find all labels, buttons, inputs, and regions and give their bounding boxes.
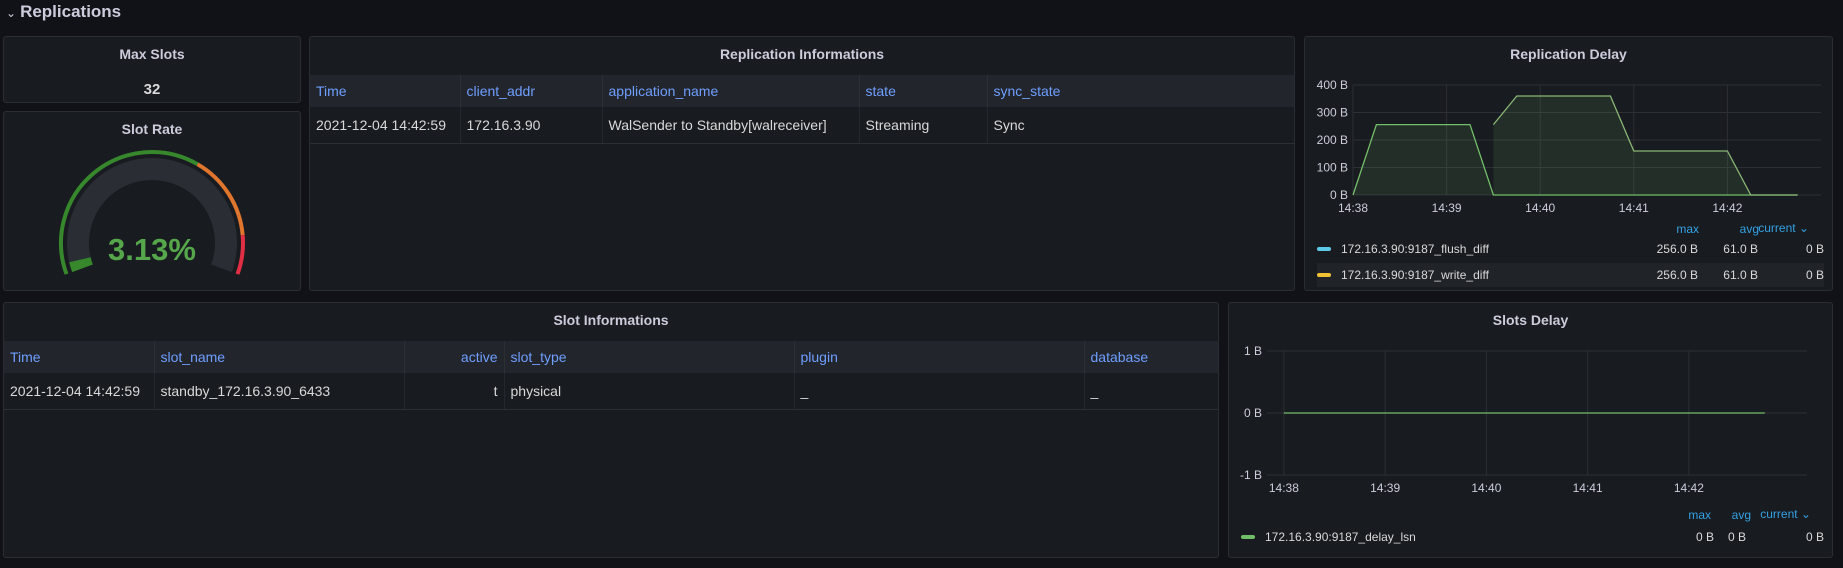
gauge-value: 3.13% [108, 232, 196, 267]
panel-title: Max Slots [119, 46, 185, 62]
table-cell: Sync [987, 107, 1294, 144]
table-cell: _ [794, 373, 1085, 410]
column-header-client-addr[interactable]: client_addr [460, 75, 603, 107]
row-title: Replications [20, 2, 122, 21]
legend-max-value: 256.0 B [1656, 242, 1698, 256]
legend-current-value: 0 B [1805, 242, 1824, 256]
x-tick-label: 14:41 [1619, 201, 1649, 215]
panel-title: Replication Informations [719, 46, 885, 62]
column-header-sync-state[interactable]: sync_state [987, 75, 1294, 107]
table-cell: _ [1084, 373, 1218, 410]
legend-item[interactable]: 172.16.3.90:9187_delay_lsn 0 B 0 B 0 B [1241, 525, 1824, 549]
legend-avg-value: 61.0 B [1723, 268, 1758, 282]
slots-delay-panel: Slots Delay -1 B0 B1 B 14:38 14:39 14:40 14:… [1228, 302, 1833, 558]
column-header-plugin[interactable]: plugin [794, 341, 1085, 373]
legend-series-name: 172.16.3.90:9187_delay_lsn [1265, 530, 1416, 544]
y-tick-label: 0 B [1330, 188, 1348, 202]
table-cell: WalSender to Standby[walreceiver] [602, 107, 860, 144]
column-header-time[interactable]: Time [4, 341, 155, 373]
x-tick-label: 14:39 [1370, 481, 1400, 495]
legend-swatch [1317, 273, 1331, 277]
legend-max-value: 256.0 B [1656, 268, 1698, 282]
slot-rate-panel: Slot Rate 3.13% [3, 111, 301, 291]
x-tick-label: 14:42 [1712, 201, 1742, 215]
y-tick-label: 300 B [1317, 106, 1348, 120]
legend-item[interactable]: 172.16.3.90:9187_flush_diff 256.0 B 61.0… [1317, 237, 1824, 261]
legend-header-current[interactable]: current ⌄ [1751, 507, 1811, 521]
legend-header-max[interactable]: max [1659, 222, 1699, 236]
legend-series-name: 172.16.3.90:9187_write_diff [1341, 268, 1489, 282]
replication-info-table: Time client_addr application_name state … [310, 75, 1294, 144]
y-tick-label: 400 B [1317, 78, 1348, 92]
legend-item[interactable]: 172.16.3.90:9187_write_diff 256.0 B 61.0… [1317, 263, 1824, 287]
legend-current-value: 0 B [1805, 530, 1824, 544]
x-tick-label: 14:40 [1525, 201, 1555, 215]
table-row: 2021-12-04 14:42:59 172.16.3.90 WalSende… [310, 107, 1294, 144]
replication-delay-chart: 0 B 100 B 200 B 300 B 400 B 14:38 14:39 14:40 14… [1317, 78, 1821, 215]
legend-swatch [1317, 247, 1331, 251]
panel-title: Slot Informations [553, 312, 669, 328]
chevron-down-icon[interactable]: ⌄ [6, 6, 16, 20]
column-header-database[interactable]: database [1084, 341, 1218, 373]
x-tick-label: 14:41 [1573, 481, 1603, 495]
legend-avg-value: 61.0 B [1723, 242, 1758, 256]
legend-swatch [1241, 535, 1255, 539]
y-tick-label: -1 B [1240, 468, 1262, 482]
legend-series-name: 172.16.3.90:9187_flush_diff [1341, 242, 1489, 256]
x-tick-label: 14:38 [1269, 481, 1299, 495]
legend-current-value: 0 B [1805, 268, 1824, 282]
max-slots-value: 32 [143, 81, 161, 98]
column-header-slot-type[interactable]: slot_type [504, 341, 795, 373]
table-cell: standby_172.16.3.90_6433 [154, 373, 405, 410]
legend-max-value: 0 B [1695, 530, 1714, 544]
x-tick-label: 14:39 [1432, 201, 1462, 215]
legend-header-current[interactable]: current ⌄ [1749, 221, 1809, 235]
legend-header-max[interactable]: max [1677, 508, 1711, 522]
slot-rate-gauge: 3.13% [59, 150, 245, 275]
legend-avg-value: 0 B [1727, 530, 1746, 544]
gauge-value-arc [69, 257, 93, 273]
table-header-row: Time slot_name active slot_type plugin d… [4, 341, 1218, 373]
table-row: 2021-12-04 14:42:59 standby_172.16.3.90_… [4, 373, 1218, 410]
slot-info-table: Time slot_name active slot_type plugin d… [4, 341, 1218, 410]
y-tick-label: 0 B [1244, 406, 1262, 420]
column-header-state[interactable]: state [859, 75, 988, 107]
replication-info-panel: Replication Informations Time client_add… [309, 36, 1295, 291]
column-header-application-name[interactable]: application_name [602, 75, 860, 107]
table-cell: physical [504, 373, 795, 410]
row-header-replications[interactable]: ⌄ Replications [0, 0, 121, 24]
table-header-row: Time client_addr application_name state … [310, 75, 1294, 107]
y-tick-label: 200 B [1317, 133, 1348, 147]
table-cell: 172.16.3.90 [460, 107, 603, 144]
y-tick-label: 1 B [1244, 344, 1262, 358]
x-tick-label: 14:40 [1471, 481, 1501, 495]
gauge-threshold-red [235, 234, 245, 275]
series-area [1493, 96, 1798, 195]
table-cell: Streaming [859, 107, 988, 144]
y-tick-label: 100 B [1317, 161, 1348, 175]
table-cell: 2021-12-04 14:42:59 [4, 373, 155, 410]
legend-header-avg[interactable]: avg [1721, 508, 1751, 522]
slots-delay-chart: -1 B 0 B 1 B 14:38 14:39 14:40 14:41 14:42 [1240, 344, 1807, 495]
panel-title: Slot Rate [121, 121, 183, 137]
slot-info-panel: Slot Informations Time slot_name active … [3, 302, 1219, 558]
table-cell: 2021-12-04 14:42:59 [310, 107, 461, 144]
table-cell: t [404, 373, 505, 410]
x-tick-label: 14:38 [1338, 201, 1368, 215]
x-tick-label: 14:42 [1674, 481, 1704, 495]
column-header-slot-name[interactable]: slot_name [154, 341, 405, 373]
max-slots-panel: Max Slots 32 [3, 36, 301, 103]
column-header-time[interactable]: Time [310, 75, 461, 107]
column-header-active[interactable]: active [404, 341, 505, 373]
replication-delay-panel: Replication Delay 0 B 100 B 200 B 300 B 400 … [1304, 36, 1833, 291]
